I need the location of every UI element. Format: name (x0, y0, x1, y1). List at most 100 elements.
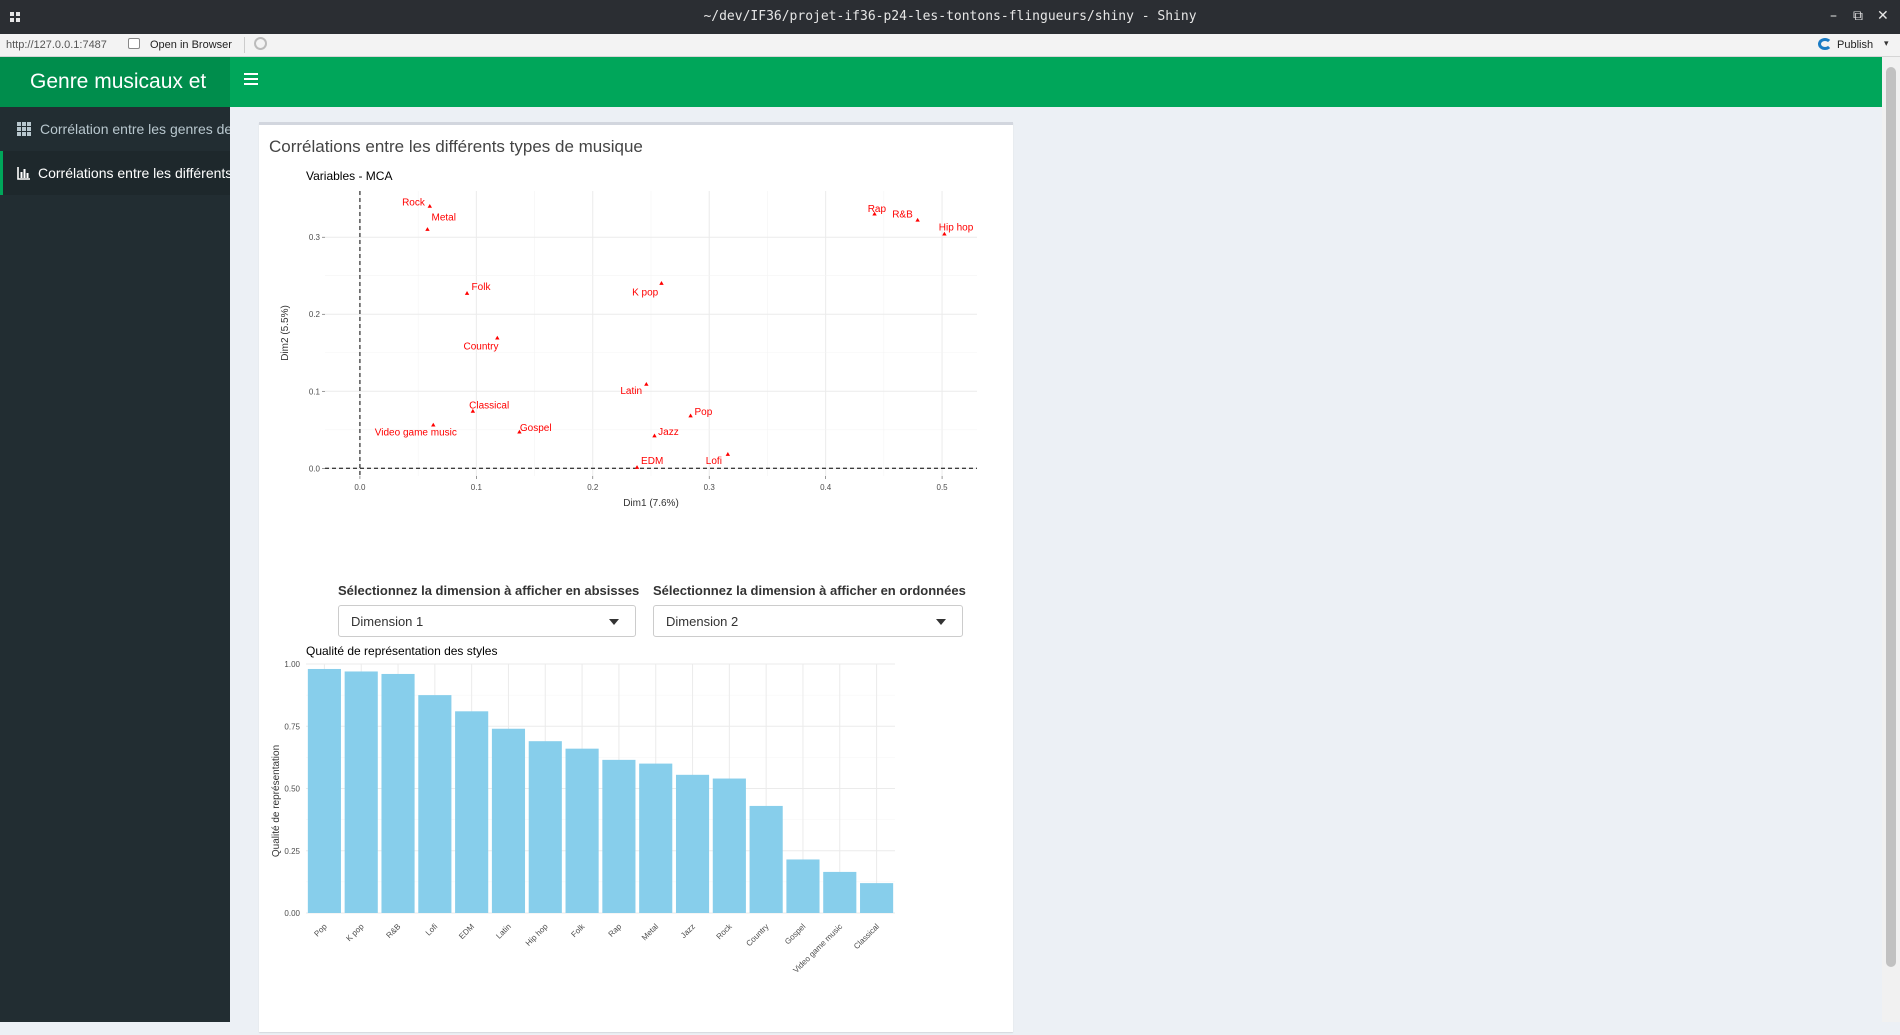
bar-x-tick-label: Jazz (679, 922, 697, 940)
x-dimension-label: Sélectionnez la dimension à afficher en … (338, 583, 640, 598)
sidebar-item-label: Corrélations entre les différents styles (38, 165, 230, 181)
app-header: Genre musicaux et (0, 57, 1882, 107)
th-icon (17, 122, 31, 136)
chevron-down-icon (609, 619, 619, 625)
bar-x-tick-label: EDM (457, 922, 476, 941)
mca-point-label: Hip hop (939, 223, 974, 234)
bar (381, 673, 415, 913)
mca-y-tick-label: 0.3 (309, 233, 321, 242)
chevron-down-icon (936, 619, 946, 625)
bar-x-tick-label: Gospel (783, 922, 807, 946)
mca-point-label: Jazz (658, 427, 679, 438)
x-dimension-select[interactable]: Dimension 1 (338, 605, 636, 637)
app-brand: Genre musicaux et (0, 57, 230, 107)
mca-point-label: EDM (641, 456, 663, 467)
bar (639, 763, 673, 913)
open-in-browser-button[interactable]: Open in Browser (150, 39, 232, 51)
bar-x-tick-label: Latin (494, 922, 513, 941)
mca-y-tick-label: 0.0 (309, 464, 321, 473)
bar-x-tick-label: Rap (607, 922, 624, 939)
mca-point-label: Latin (620, 386, 642, 397)
mca-chart: Variables - MCA 0.0 0.1 0.2 0.3 0.4 0.5 0.0 0.1… (280, 169, 977, 509)
bar (675, 774, 710, 913)
publish-dropdown-icon[interactable]: ▾ (1884, 38, 1889, 49)
mca-point-label: K pop (632, 287, 659, 298)
bar-chart-icon (17, 167, 30, 180)
main-content: Corrélations entre les différents types … (230, 107, 1882, 1032)
bar (418, 695, 452, 913)
mca-x-tick-label: 0.3 (704, 483, 716, 492)
bar (749, 805, 783, 913)
bar (860, 883, 894, 913)
sidebar-item-label: Corrélation entre les genres de musique (40, 121, 230, 137)
y-dimension-value: Dimension 2 (666, 614, 739, 629)
bar-chart-title: Qualité de représentation des styles (306, 644, 497, 658)
bar-x-tick-label: Hip hop (524, 922, 550, 948)
scrollbar-thumb[interactable] (1886, 67, 1896, 967)
bar (786, 859, 820, 913)
publish-button[interactable]: Publish (1837, 39, 1873, 51)
close-icon[interactable]: ✕ (1877, 8, 1889, 24)
bar-y-tick-label: 1.00 (284, 660, 300, 669)
bar (344, 671, 378, 913)
mca-x-tick-label: 0.2 (587, 483, 599, 492)
bar-x-tick-label: Classical (852, 922, 881, 951)
browser-icon (128, 38, 140, 49)
sidebar-toggle-icon[interactable] (244, 73, 258, 85)
bar-y-tick-label: 0.75 (284, 722, 300, 731)
bar (491, 728, 526, 913)
bar (565, 748, 599, 913)
mca-x-tick-label: 0.1 (471, 483, 483, 492)
bar-x-tick-label: Folk (569, 921, 587, 939)
toolbar-divider (244, 37, 245, 53)
mca-point-label: R&B (892, 210, 913, 221)
bar-y-tick-label: 0.50 (284, 785, 300, 794)
mca-x-axis-label: Dim1 (7.6%) (623, 498, 679, 509)
mca-point-label: Rock (402, 197, 426, 208)
mca-y-axis-label: Dim2 (5.5%) (280, 305, 291, 361)
bar-x-tick-label: Pop (312, 922, 329, 939)
mca-point-label: Folk (472, 282, 492, 293)
bar-y-axis-label: Qualité de représentation (271, 745, 282, 857)
publish-icon (1818, 38, 1832, 50)
viewer-toolbar: http://127.0.0.1:7487 Open in Browser Pu… (0, 34, 1900, 57)
mca-point-label: Country (464, 341, 499, 352)
bar (528, 741, 562, 913)
content-box: Corrélations entre les différents types … (259, 122, 1013, 1032)
mca-point-label: Rap (868, 204, 887, 215)
bar-x-tick-label: K pop (344, 922, 366, 944)
bar (455, 711, 489, 913)
bar-x-tick-label: R&B (384, 922, 402, 940)
refresh-icon[interactable] (254, 37, 267, 50)
url-text[interactable]: http://127.0.0.1:7487 (6, 39, 107, 51)
mca-x-tick-label: 0.4 (820, 483, 832, 492)
quality-bar-chart: Qualité de représentation des styles 0.0… (271, 644, 895, 975)
mca-y-tick-label: 0.2 (309, 310, 321, 319)
bar-x-tick-label: Country (744, 922, 770, 948)
mca-y-tick-label: 0.1 (309, 387, 321, 396)
bar (307, 668, 341, 913)
restore-icon[interactable]: ⧉ (1853, 8, 1863, 24)
bar-x-tick-label: Rock (715, 921, 735, 941)
y-dimension-label: Sélectionnez la dimension à afficher en … (653, 583, 966, 598)
window-title: ~/dev/IF36/projet-if36-p24-les-tontons-f… (703, 9, 1197, 24)
sidebar: Corrélation entre les genres de musique … (0, 107, 230, 1022)
bar-x-tick-label: Metal (640, 922, 660, 942)
bar-y-tick-label: 0.25 (284, 847, 300, 856)
mca-x-tick-label: 0.5 (937, 483, 949, 492)
mca-chart-title: Variables - MCA (306, 169, 392, 183)
bar (712, 778, 746, 913)
bar-y-tick-label: 0.00 (284, 909, 300, 918)
sidebar-item-genre-correlation[interactable]: Corrélation entre les genres de musique (0, 107, 230, 151)
bar (602, 759, 636, 913)
bar (823, 871, 857, 913)
y-dimension-select[interactable]: Dimension 2 (653, 605, 963, 637)
vertical-scrollbar[interactable] (1882, 57, 1900, 1022)
mca-point-label: Gospel (520, 423, 552, 434)
mca-point-label: Classical (469, 401, 509, 412)
sidebar-item-style-correlation[interactable]: Corrélations entre les différents styles (0, 151, 230, 195)
minimize-icon[interactable]: – (1830, 8, 1837, 24)
x-dimension-value: Dimension 1 (351, 614, 424, 629)
mca-point-label: Pop (694, 407, 712, 418)
mca-point-label: Metal (432, 213, 456, 224)
